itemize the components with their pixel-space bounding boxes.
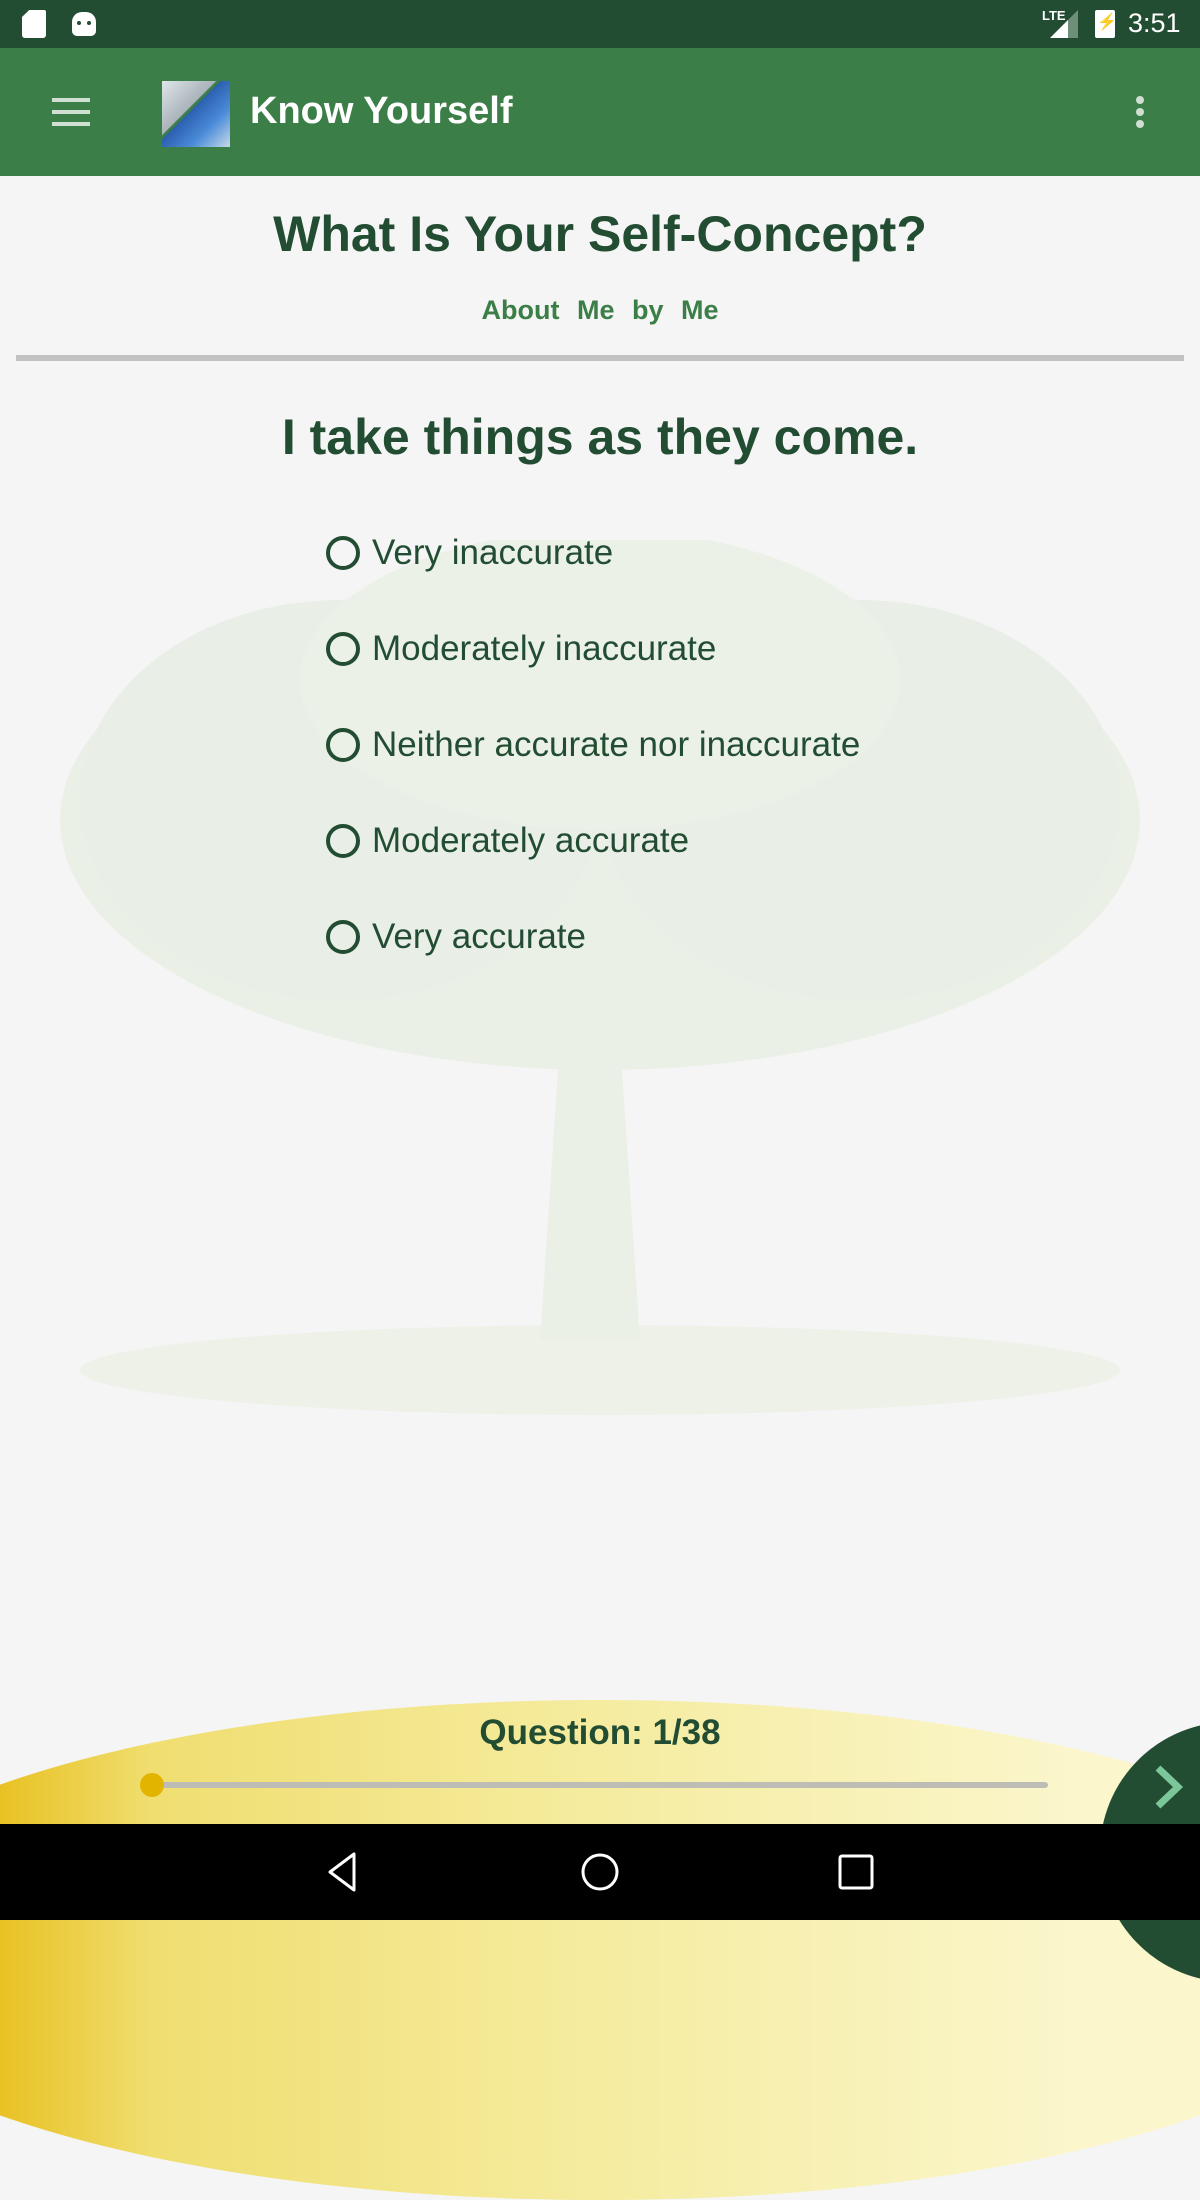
- option-label: Very accurate: [372, 917, 586, 956]
- app-title: Know Yourself: [250, 90, 513, 132]
- recents-icon[interactable]: [830, 1846, 882, 1898]
- question-text: I take things as they come.: [281, 409, 919, 465]
- battery-charging-icon: [1095, 10, 1117, 38]
- question-counter: Question: 1/38: [479, 1713, 721, 1752]
- option-very-accurate[interactable]: Very accurate: [326, 889, 860, 985]
- radio-button[interactable]: [326, 824, 360, 858]
- system-nav-bar: [0, 1824, 1200, 1920]
- option-very-inaccurate[interactable]: Very inaccurate: [326, 505, 860, 601]
- radio-button[interactable]: [326, 536, 360, 570]
- sd-card-icon: [22, 10, 46, 38]
- option-label: Very inaccurate: [372, 533, 614, 572]
- signal-icon: [1050, 10, 1078, 38]
- app-logo: [162, 81, 230, 147]
- radio-button[interactable]: [326, 728, 360, 762]
- home-icon[interactable]: [574, 1846, 626, 1898]
- option-label: Moderately accurate: [372, 821, 690, 860]
- radio-button[interactable]: [326, 632, 360, 666]
- option-moderately-accurate[interactable]: Moderately accurate: [326, 793, 860, 889]
- app-bar: Know Yourself: [0, 48, 1200, 176]
- answer-options: Very inaccurate Moderately inaccurate Ne…: [326, 505, 860, 985]
- hamburger-menu-icon[interactable]: [52, 98, 90, 126]
- divider: [16, 355, 1184, 361]
- option-label: Moderately inaccurate: [372, 629, 717, 668]
- option-moderately-inaccurate[interactable]: Moderately inaccurate: [326, 601, 860, 697]
- status-bar: LTE 3:51: [0, 0, 1200, 48]
- option-neither[interactable]: Neither accurate nor inaccurate: [326, 697, 860, 793]
- clock: 3:51: [1128, 8, 1181, 38]
- back-icon[interactable]: [318, 1846, 370, 1898]
- progress-slider-track[interactable]: [152, 1782, 1048, 1788]
- more-vert-icon[interactable]: [1128, 94, 1152, 130]
- android-icon: [72, 12, 96, 36]
- progress-panel: [0, 1700, 1200, 2200]
- chevron-right-icon[interactable]: [1148, 1762, 1188, 1812]
- progress-slider-thumb[interactable]: [140, 1773, 164, 1797]
- radio-button[interactable]: [326, 920, 360, 954]
- option-label: Neither accurate nor inaccurate: [372, 725, 861, 764]
- page-title: What Is Your Self-Concept?: [273, 206, 927, 262]
- page-subtitle: About Me by Me: [481, 295, 719, 325]
